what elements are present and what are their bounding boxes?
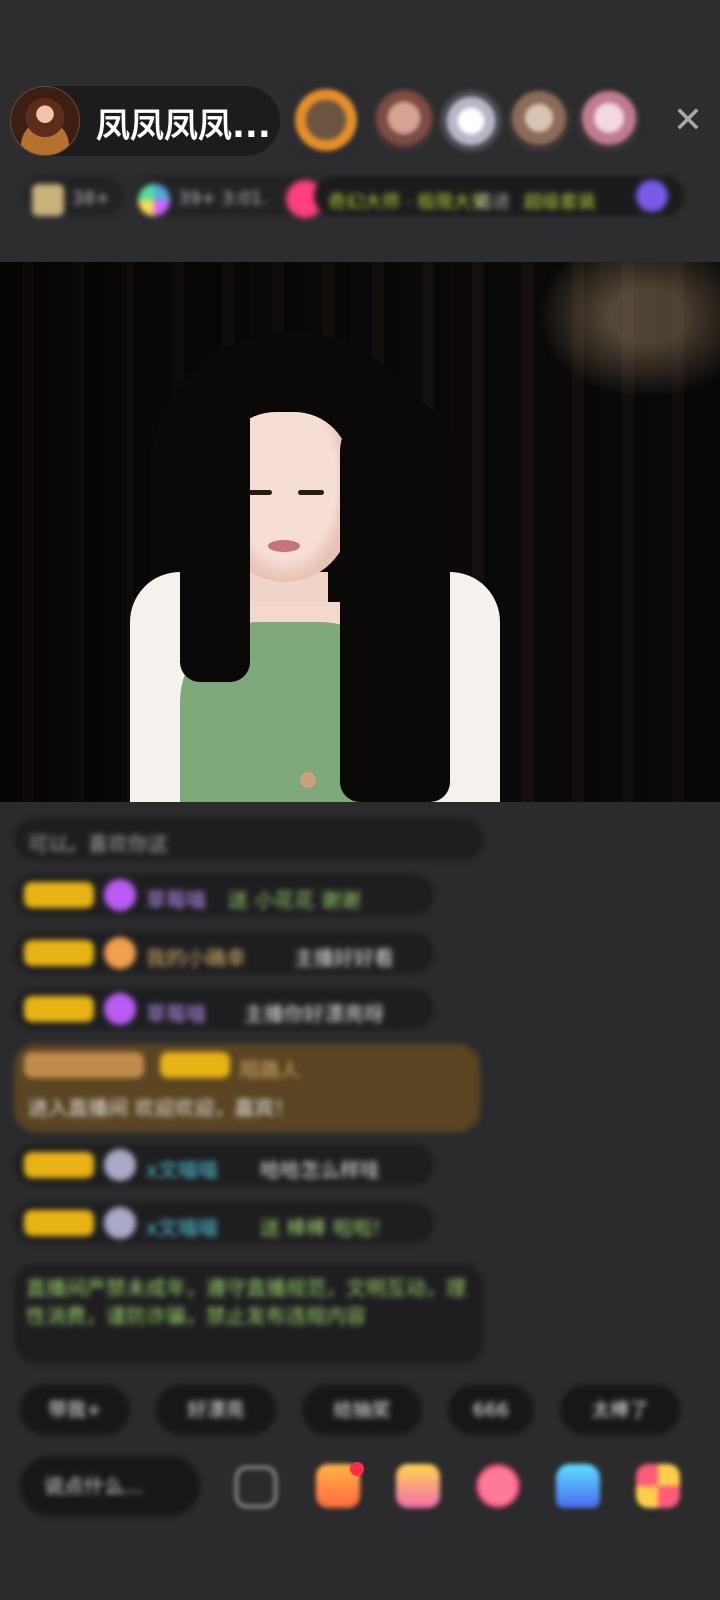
treasure-icon[interactable] (396, 1464, 440, 1508)
user-icon (104, 1149, 136, 1181)
top-viewer-avatar-4[interactable] (508, 90, 570, 152)
system-notice: 直播间严禁未成年，遵守直播规范，文明互动，理性消费，谨防诈骗，禁止发布违规内容 (14, 1264, 484, 1364)
lips (268, 540, 300, 552)
quick-reply-button[interactable]: 666 (448, 1385, 534, 1435)
chat-text: 可以。喜欢你这 (28, 832, 168, 856)
gem-icon (104, 879, 136, 911)
quick-reply-button[interactable]: 太棒了 (560, 1385, 680, 1435)
live-video[interactable] (0, 262, 720, 802)
top-viewer-avatar-2[interactable] (373, 90, 435, 152)
chat-nick[interactable]: x文喵喵 (146, 1212, 218, 1241)
rank-icon (32, 184, 64, 216)
user-icon (104, 1207, 136, 1239)
top-viewer-avatar-3[interactable] (440, 90, 502, 152)
top-viewer-avatar-5[interactable] (578, 90, 640, 152)
top-bar: 凤凤凤凤... ✕ 38+ 39+ 3:01. 奇幻大师 · 极限大奖 请进 超… (0, 0, 720, 262)
chat-text: 送 小花花 谢谢 (228, 888, 361, 912)
fan-icon (104, 937, 136, 969)
quick-reply-button[interactable]: 给抽奖 (302, 1385, 422, 1435)
popularity-chip[interactable]: 39+ 3:01. (134, 176, 324, 218)
bottom-toolbar: 说点什么... (20, 1456, 720, 1516)
hourly-rank-value: 38+ (72, 188, 110, 209)
top-viewer-avatar-1[interactable] (292, 84, 360, 156)
hourly-rank-chip[interactable]: 38+ (24, 176, 124, 216)
fan-badge (24, 940, 94, 966)
chat-text: 哈哈怎么样哇 (260, 1158, 380, 1182)
comment-input[interactable]: 说点什么... (20, 1456, 200, 1516)
chat-text: 主播你好漂亮呀 (244, 1002, 384, 1026)
chat-message[interactable]: x文喵喵 送 棒棒 啦啦! (14, 1202, 434, 1244)
chat-text: 送 棒棒 啦啦! (260, 1216, 381, 1240)
chat-text: 主播好好看 (294, 946, 394, 970)
game-icon[interactable] (556, 1464, 600, 1508)
system-notice-text: 直播间严禁未成年，遵守直播规范，文明互动，理性消费，谨防诈骗，禁止发布违规内容 (26, 1276, 466, 1328)
like-heart-icon[interactable] (476, 1464, 520, 1508)
highlight-text: 超级套装 (524, 192, 596, 213)
streamer-figure (120, 322, 510, 802)
chat-nick[interactable]: 陌路人 (240, 1054, 300, 1083)
fan-badge (24, 996, 94, 1022)
button-detail (300, 772, 316, 788)
emoji-icon[interactable] (235, 1466, 277, 1508)
popularity-icon (138, 184, 170, 216)
chat-nick[interactable]: 草莓喵 (146, 998, 206, 1027)
chat-message[interactable]: 草莓喵 主播你好漂亮呀 (14, 988, 434, 1030)
fan-badge (24, 1210, 94, 1236)
quick-reply-button[interactable]: 好漂亮 (156, 1385, 276, 1435)
vip-badge (24, 1052, 144, 1078)
eye-right (298, 490, 324, 495)
fan-badge (24, 882, 94, 908)
chat-message-highlight[interactable]: 陌路人 进入直播间 欢迎欢迎，嘉宾！ (14, 1044, 480, 1132)
fan-badge (160, 1052, 230, 1078)
tags-chip[interactable]: 奇幻大师 · 极限大奖 请进 超级套装 (314, 176, 684, 216)
close-icon[interactable]: ✕ (668, 101, 708, 141)
quick-reply-button[interactable]: 带我+ (20, 1385, 130, 1435)
stats-row: 38+ 39+ 3:01. 奇幻大师 · 极限大奖 请进 超级套装 (24, 172, 704, 220)
hair-front-right (340, 402, 450, 802)
hair-front-left (180, 382, 250, 682)
tags-text: 奇幻大师 · 极限大奖 (328, 192, 490, 213)
chat-nick[interactable]: 草莓喵 (146, 884, 206, 913)
chat-message[interactable]: 我的小确幸 主播好好看 (14, 932, 434, 974)
quick-reply-row: 带我+ 好漂亮 给抽奖 666 太棒了 (20, 1385, 720, 1435)
chat-nick[interactable]: x文喵喵 (146, 1154, 218, 1183)
host-avatar[interactable] (10, 86, 80, 156)
chat-nick[interactable]: 我的小确幸 (146, 942, 246, 971)
host-name[interactable]: 凤凤凤凤... (96, 98, 276, 147)
chat-message[interactable]: 草莓喵 送 小花花 谢谢 (14, 874, 434, 916)
host-info-pill[interactable]: 凤凤凤凤... (10, 86, 280, 156)
chat-message[interactable]: 可以。喜欢你这 (14, 818, 484, 860)
gem-icon (104, 993, 136, 1025)
chat-text: 进入直播间 欢迎欢迎，嘉宾！ (28, 1096, 295, 1120)
notification-dot (350, 1462, 364, 1476)
sub-tag-text: 请进 (474, 192, 510, 213)
fan-badge (24, 1152, 94, 1178)
more-apps-icon[interactable] (636, 1464, 680, 1508)
chat-message[interactable]: x文喵喵 哈哈怎么样哇 (14, 1144, 434, 1186)
badge-icon (636, 180, 668, 212)
popularity-value: 39+ 3:01. (178, 188, 268, 209)
